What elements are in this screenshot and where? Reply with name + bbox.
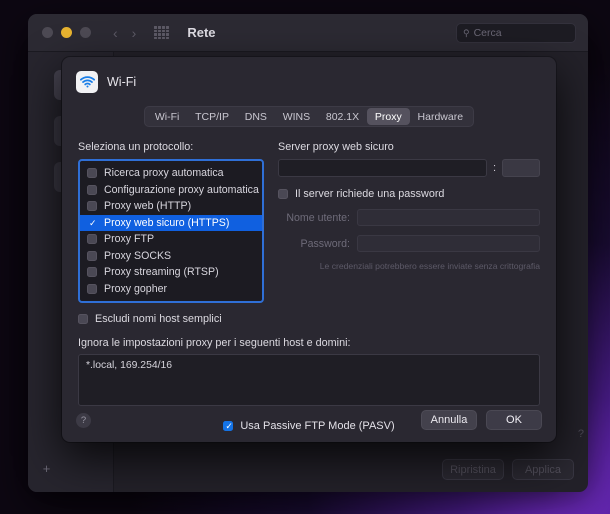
checkmark-icon: ✓: [89, 217, 97, 228]
protocol-label: Configurazione proxy automatica: [104, 183, 259, 196]
exclude-simple-hosts-label: Escludi nomi host semplici: [95, 313, 222, 325]
credentials-warning-note: Le credenziali potrebbero essere inviate…: [319, 261, 540, 271]
list-item[interactable]: Proxy FTP: [80, 231, 262, 248]
apply-button[interactable]: Applica: [512, 459, 574, 480]
list-item[interactable]: Proxy streaming (RTSP): [80, 264, 262, 281]
list-item[interactable]: Proxy gopher: [80, 281, 262, 298]
zoom-button-icon[interactable]: [80, 27, 91, 38]
tab-wins[interactable]: WINS: [275, 108, 318, 125]
wifi-settings-sheet: Wi-Fi Wi-Fi TCP/IP DNS WINS 802.1X Proxy…: [62, 57, 556, 442]
list-item-selected[interactable]: ✓ Proxy web sicuro (HTTPS): [80, 214, 262, 231]
list-item[interactable]: Proxy SOCKS: [80, 248, 262, 265]
protocol-list-label: Seleziona un protocollo:: [78, 141, 194, 153]
tab-8021x[interactable]: 802.1X: [318, 108, 367, 125]
protocol-label: Proxy FTP: [104, 233, 155, 246]
protocol-label: Proxy gopher: [104, 282, 168, 295]
sheet-header: Wi-Fi: [62, 57, 556, 93]
protocol-column: Seleziona un protocollo: Ricerca proxy a…: [78, 141, 264, 325]
close-button-icon[interactable]: [42, 27, 53, 38]
traffic-light-buttons[interactable]: [42, 27, 91, 38]
server-address-row: :: [278, 159, 540, 177]
protocol-label: Proxy web (HTTP): [104, 200, 192, 213]
protocol-checkbox-checked[interactable]: ✓: [87, 218, 97, 228]
forward-chevron-icon[interactable]: ›: [132, 26, 137, 40]
list-item[interactable]: Configurazione proxy automatica: [80, 182, 262, 199]
protocol-checkbox[interactable]: [87, 168, 97, 179]
bypass-label: Ignora le impostazioni proxy per i segue…: [78, 337, 351, 349]
navigation-arrows[interactable]: ‹ ›: [113, 26, 136, 40]
requires-password-row[interactable]: Il server richiede una password: [278, 188, 540, 200]
wifi-icon: [76, 71, 98, 93]
requires-password-checkbox[interactable]: [278, 189, 288, 199]
tab-dns[interactable]: DNS: [237, 108, 275, 125]
proxy-host-input[interactable]: [278, 159, 487, 177]
settings-tabbar[interactable]: Wi-Fi TCP/IP DNS WINS 802.1X Proxy Hardw…: [144, 106, 474, 127]
window-footer-buttons[interactable]: Ripristina Applica: [442, 459, 574, 480]
protocol-checkbox[interactable]: [87, 283, 97, 294]
tab-wifi[interactable]: Wi-Fi: [147, 108, 187, 125]
search-input[interactable]: ⚲ Cerca: [456, 23, 576, 43]
username-input[interactable]: [357, 209, 540, 226]
protocol-label: Proxy streaming (RTSP): [104, 266, 219, 279]
protocol-checkbox[interactable]: [87, 234, 97, 245]
protocol-checkbox[interactable]: [87, 250, 97, 261]
protocol-label: Proxy web sicuro (HTTPS): [104, 216, 230, 229]
protocol-checkbox[interactable]: [87, 201, 97, 212]
tab-hardware[interactable]: Hardware: [410, 108, 471, 125]
desktop-background: ‹ › Rete ⚲ Cerca + ? Ripristina Applica …: [0, 0, 610, 514]
protocol-checkbox[interactable]: [87, 184, 97, 195]
proxy-panel: Seleziona un protocollo: Ricerca proxy a…: [62, 127, 556, 325]
sheet-action-buttons[interactable]: Annulla OK: [421, 410, 542, 430]
window-help-button[interactable]: ?: [578, 428, 584, 440]
search-placeholder: Cerca: [473, 27, 502, 39]
search-icon: ⚲: [463, 27, 470, 38]
password-input[interactable]: [357, 235, 540, 252]
password-row: Password:: [278, 235, 540, 252]
sheet-footer: ? Annulla OK: [62, 398, 556, 442]
grid-view-icon[interactable]: [154, 26, 170, 39]
list-item[interactable]: Ricerca proxy automatica: [80, 165, 262, 182]
window-titlebar: ‹ › Rete ⚲ Cerca: [28, 14, 588, 52]
password-label: Password:: [300, 237, 350, 250]
server-panel-title: Server proxy web sicuro: [278, 141, 394, 153]
tab-tcpip[interactable]: TCP/IP: [187, 108, 237, 125]
page-title: Rete: [187, 25, 216, 40]
help-button[interactable]: ?: [76, 412, 91, 428]
exclude-simple-hosts-row[interactable]: Escludi nomi host semplici: [78, 313, 264, 325]
server-column: Server proxy web sicuro : Il server rich…: [278, 141, 540, 325]
username-label: Nome utente:: [286, 211, 350, 224]
protocol-label: Ricerca proxy automatica: [104, 167, 224, 180]
cancel-button[interactable]: Annulla: [421, 410, 477, 430]
protocol-label: Proxy SOCKS: [104, 249, 172, 262]
sheet-title: Wi-Fi: [107, 75, 137, 89]
ok-button[interactable]: OK: [486, 410, 542, 430]
protocol-checkbox[interactable]: [87, 267, 97, 278]
requires-password-label: Il server richiede una password: [295, 188, 445, 200]
revert-button[interactable]: Ripristina: [442, 459, 504, 480]
protocol-list[interactable]: Ricerca proxy automatica Configurazione …: [78, 159, 264, 303]
proxy-port-input[interactable]: [502, 159, 540, 177]
username-row: Nome utente:: [278, 209, 540, 226]
exclude-simple-hosts-checkbox[interactable]: [78, 314, 88, 324]
minimize-button-icon[interactable]: [61, 27, 72, 38]
host-port-separator: :: [492, 162, 496, 174]
back-chevron-icon[interactable]: ‹: [113, 26, 118, 40]
tab-proxy[interactable]: Proxy: [367, 108, 410, 125]
list-item[interactable]: Proxy web (HTTP): [80, 198, 262, 215]
add-service-button[interactable]: +: [38, 461, 55, 478]
